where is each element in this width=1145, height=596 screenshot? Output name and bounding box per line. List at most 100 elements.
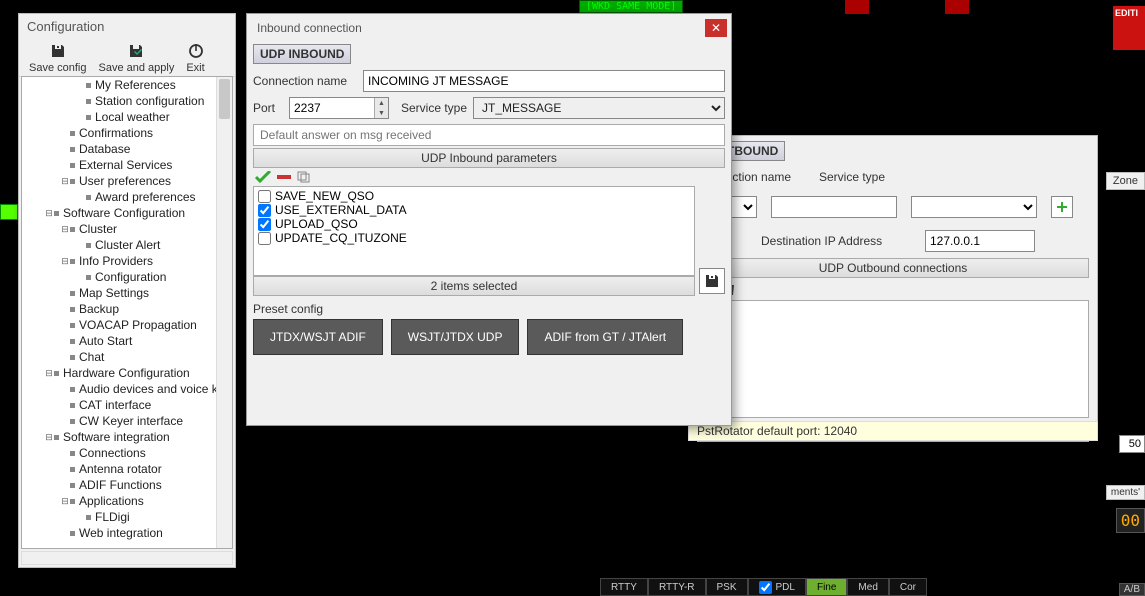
outbound-service-type-select[interactable] <box>911 196 1037 218</box>
floppy-icon <box>704 273 720 289</box>
pdl-checkbox[interactable] <box>759 581 772 594</box>
outbound-dest-ip-label: Destination IP Address <box>761 234 911 248</box>
dialog-close-button[interactable]: ✕ <box>705 19 727 37</box>
tree-item[interactable]: CW Keyer interface <box>22 413 232 429</box>
preset-button[interactable]: JTDX/WSJT ADIF <box>253 319 383 355</box>
tree-item[interactable]: Map Settings <box>22 285 232 301</box>
remove-icon[interactable] <box>277 173 291 181</box>
service-type-label: Service type <box>401 101 467 115</box>
tree-item[interactable]: CAT interface <box>22 397 232 413</box>
preset-button[interactable]: WSJT/JTDX UDP <box>391 319 520 355</box>
tree-item[interactable]: VOACAP Propagation <box>22 317 232 333</box>
outbound-panel: Connection name Service type dcast Desti… <box>688 135 1098 435</box>
tree-item[interactable]: Auto Start <box>22 333 232 349</box>
inbound-connection-dialog: Inbound connection ✕ UDP INBOUND Connect… <box>246 13 732 426</box>
bottom-mode-bar: RTTYRTTY-RPSK PDLFineMedCor <box>600 578 1145 596</box>
check-all-icon[interactable] <box>255 171 271 183</box>
bg-lime-indicator <box>0 204 18 220</box>
tree-item[interactable]: External Services <box>22 157 232 173</box>
tree-item[interactable]: Local weather <box>22 109 232 125</box>
mode-cell[interactable]: PSK <box>706 578 748 596</box>
exit-button[interactable]: Exit <box>180 41 210 76</box>
inbound-params-list: SAVE_NEW_QSO USE_EXTERNAL_DATA UPLOAD_QS… <box>253 186 695 276</box>
tree-item[interactable]: ⊟Info Providers <box>22 253 232 269</box>
tree-item[interactable]: Audio devices and voice keye <box>22 381 232 397</box>
port-label: Port <box>253 101 283 115</box>
connection-name-input[interactable] <box>363 70 725 92</box>
tree-item[interactable]: Antenna rotator <box>22 461 232 477</box>
tree-item[interactable]: Database <box>22 141 232 157</box>
udp-inbound-header: UDP INBOUND <box>253 44 351 64</box>
tree-item[interactable]: Station configuration <box>22 93 232 109</box>
configuration-tree[interactable]: My ReferencesStation configurationLocal … <box>21 76 233 549</box>
port-spin-up[interactable]: ▲ <box>374 98 388 108</box>
tree-item[interactable]: ⊟Software Configuration <box>22 205 232 221</box>
scroll-thumb[interactable] <box>219 79 230 119</box>
param-checkbox[interactable] <box>258 190 271 203</box>
dialog-title: Inbound connection <box>257 21 362 35</box>
param-label: UPLOAD_QSO <box>275 217 358 231</box>
outbound-service-type-label: Service type <box>819 170 885 184</box>
save-config-label: Save config <box>29 62 86 74</box>
tree-item[interactable]: ⊟Cluster <box>22 221 232 237</box>
outbound-connection-list[interactable] <box>697 300 1089 418</box>
tree-item[interactable]: Chat <box>22 349 232 365</box>
tree-item[interactable]: ADIF Functions <box>22 477 232 493</box>
bg-freq-digits: 00 <box>1116 508 1145 533</box>
tree-item[interactable]: ⊟Hardware Configuration <box>22 365 232 381</box>
bg-wkd-mode-label: [WKD SAME MODE] <box>579 0 683 13</box>
save-icon <box>50 43 66 61</box>
param-checkbox[interactable] <box>258 232 271 245</box>
tree-item[interactable]: Web integration <box>22 525 232 541</box>
param-checkbox[interactable] <box>258 218 271 231</box>
configuration-window: Configuration Save config Save and apply… <box>18 13 236 568</box>
outbound-conn-name-input[interactable] <box>771 196 897 218</box>
outbound-add-button[interactable] <box>1051 196 1073 218</box>
power-icon <box>188 43 204 61</box>
copy-params-icon[interactable] <box>297 171 311 183</box>
bg-edition-badge: EDITI <box>1113 6 1145 50</box>
tree-item[interactable]: Configuration <box>22 269 232 285</box>
param-checkbox[interactable] <box>258 204 271 217</box>
bg-red-pill-1 <box>845 0 869 14</box>
tree-item[interactable]: ⊟User preferences <box>22 173 232 189</box>
param-item[interactable]: UPLOAD_QSO <box>258 217 690 231</box>
outbound-icon-row <box>689 278 1097 300</box>
tree-v-scrollbar[interactable] <box>216 77 232 548</box>
default-answer-input[interactable] <box>253 124 725 146</box>
service-type-select[interactable]: JT_MESSAGE <box>473 97 725 119</box>
param-label: SAVE_NEW_QSO <box>275 189 374 203</box>
tree-item[interactable]: Cluster Alert <box>22 237 232 253</box>
preset-button[interactable]: ADIF from GT / JTAlert <box>527 319 683 355</box>
param-label: USE_EXTERNAL_DATA <box>275 203 407 217</box>
mode-cell[interactable]: RTTY <box>600 578 648 596</box>
bg-zone-label: Zone <box>1106 172 1145 190</box>
port-spin-down[interactable]: ▼ <box>374 108 388 118</box>
tree-h-scrollbar[interactable] <box>21 551 233 565</box>
outbound-connections-header: UDP Outbound connections <box>697 258 1089 278</box>
mode-cell[interactable]: RTTY-R <box>648 578 706 596</box>
mode-cell[interactable]: PDL <box>748 578 806 596</box>
save-params-button[interactable] <box>699 268 725 294</box>
tree-item[interactable]: ⊟Applications <box>22 493 232 509</box>
tree-item[interactable]: Backup <box>22 301 232 317</box>
close-icon: ✕ <box>711 21 721 35</box>
tree-item[interactable]: My References <box>22 77 232 93</box>
mode-cell[interactable]: Fine <box>806 578 847 596</box>
param-item[interactable]: UPDATE_CQ_ITUZONE <box>258 231 690 245</box>
param-label: UPDATE_CQ_ITUZONE <box>275 231 407 245</box>
save-and-apply-button[interactable]: Save and apply <box>92 41 180 76</box>
tree-item[interactable]: Confirmations <box>22 125 232 141</box>
tree-item[interactable]: ⊟Software integration <box>22 429 232 445</box>
mode-cell[interactable]: Med <box>847 578 888 596</box>
save-config-button[interactable]: Save config <box>23 41 92 76</box>
outbound-dest-ip-input[interactable] <box>925 230 1035 252</box>
tree-item[interactable]: Connections <box>22 445 232 461</box>
mode-cell[interactable]: Cor <box>889 578 927 596</box>
param-item[interactable]: SAVE_NEW_QSO <box>258 189 690 203</box>
tree-item[interactable]: FLDigi <box>22 509 232 525</box>
connection-name-label: Connection name <box>253 74 357 88</box>
param-item[interactable]: USE_EXTERNAL_DATA <box>258 203 690 217</box>
bg-value-50: 50 <box>1119 435 1145 453</box>
tree-item[interactable]: Award preferences <box>22 189 232 205</box>
